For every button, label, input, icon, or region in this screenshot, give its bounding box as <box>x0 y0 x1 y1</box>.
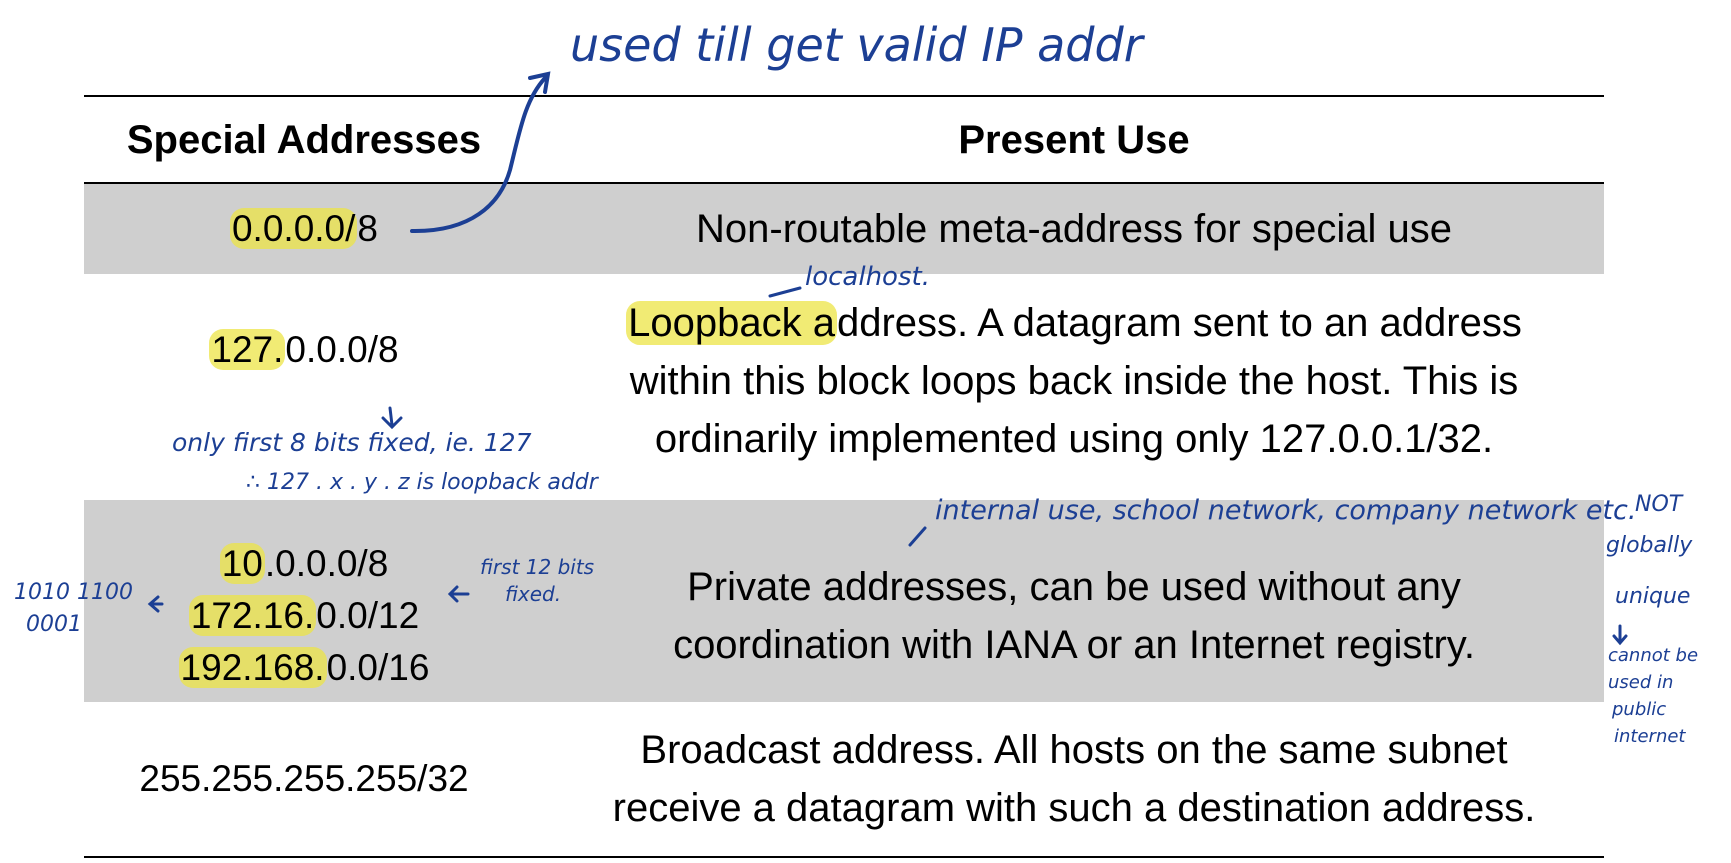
address-rest: 0.0/16 <box>326 647 430 688</box>
annotation-first-12-bits-1: first 12 bits <box>480 555 595 579</box>
address-line: 127.0.0.0/8 <box>209 324 399 376</box>
address-line: 255.255.255.255/32 <box>139 753 468 805</box>
use-line: within this block loops back inside the … <box>629 359 1519 403</box>
slide: Special Addresses Present Use 0.0.0.0/8 … <box>0 0 1731 863</box>
annotation-top-note: used till get valid IP addr <box>570 18 1143 72</box>
address-highlight: 172.16. <box>188 595 317 636</box>
annotation-localhost: localhost. <box>805 262 930 292</box>
annotation-first-12-bits-2: fixed. <box>505 582 562 606</box>
use-line: Broadcast address. All hosts on the same… <box>640 728 1508 772</box>
address-rest: 8 <box>357 208 378 249</box>
address-cell: 127.0.0.0/8 <box>84 274 524 500</box>
address-cell: 0.0.0.0/8 <box>84 184 524 274</box>
annotation-cannot-2: used in <box>1608 672 1674 693</box>
table-row: 255.255.255.255/32 Broadcast address. Al… <box>84 702 1604 856</box>
header-cell-special-addresses: Special Addresses <box>84 97 524 182</box>
address-line: 0.0.0.0/8 <box>229 203 378 255</box>
annotation-first-8-bits: only first 8 bits fixed, ie. 127 <box>172 428 532 457</box>
use-line: receive a datagram with such a destinati… <box>612 786 1536 830</box>
annotation-not-globally-2: globally <box>1606 533 1693 558</box>
table-row: 10.0.0.0/8 172.16.0.0/12 192.168.0.0/16 … <box>84 500 1604 702</box>
address-rest: 0.0/12 <box>316 595 420 636</box>
use-line: coordination with IANA or an Internet re… <box>673 623 1475 667</box>
header-present-use: Present Use <box>958 117 1190 162</box>
address-cell: 255.255.255.255/32 <box>84 702 524 856</box>
use-cell: Non-routable meta-address for special us… <box>544 184 1604 274</box>
header-cell-present-use: Present Use <box>544 97 1604 182</box>
address-highlight: 0.0.0.0/ <box>229 208 358 249</box>
use-line: Loopback address. A datagram sent to an … <box>626 294 1522 352</box>
arrow-down-unique <box>1612 624 1628 646</box>
use-highlight: Loopback a <box>626 301 837 345</box>
annotation-loopback-form: ∴ 127 . x . y . z is loopback addr <box>246 470 598 495</box>
address-line: 172.16.0.0/12 <box>188 590 420 642</box>
address-rest: 0.0.0/8 <box>285 329 399 370</box>
use-cell: Private addresses, can be used without a… <box>544 500 1604 702</box>
annotation-not-globally-1: NOT <box>1635 492 1683 517</box>
use-cell: Broadcast address. All hosts on the same… <box>544 702 1604 856</box>
table-row: 0.0.0.0/8 Non-routable meta-address for … <box>84 184 1604 274</box>
annotation-binary-2: 0001 <box>26 612 82 637</box>
annotation-not-globally-3: unique <box>1615 584 1691 609</box>
use-line: Private addresses, can be used without a… <box>687 565 1461 609</box>
address-highlight: 192.168. <box>178 647 327 688</box>
use-rest: ddress. A datagram sent to an address <box>836 301 1522 345</box>
use-line: ordinarily implemented using only 127.0.… <box>654 417 1494 461</box>
use-cell: Loopback address. A datagram sent to an … <box>544 274 1604 500</box>
header-special-addresses: Special Addresses <box>126 117 482 162</box>
annotation-binary-1: 1010 1100 <box>14 580 133 605</box>
annotation-internal-use: internal use, school network, company ne… <box>935 495 1637 526</box>
address-line: 192.168.0.0/16 <box>178 642 430 694</box>
arrow-to-top-note-head <box>528 71 551 94</box>
address-line: 10.0.0.0/8 <box>219 538 389 590</box>
address-highlight: 10 <box>219 543 265 584</box>
annotation-cannot-4: internet <box>1614 726 1686 747</box>
address-rest: 255.255.255.255/32 <box>139 758 469 799</box>
table-row: 127.0.0.0/8 Loopback address. A datagram… <box>84 274 1604 500</box>
annotation-cannot-1: cannot be <box>1608 645 1699 666</box>
address-highlight: 127. <box>209 329 286 370</box>
table-header-row: Special Addresses Present Use <box>84 97 1604 182</box>
address-cell: 10.0.0.0/8 172.16.0.0/12 192.168.0.0/16 <box>84 500 524 702</box>
address-rest: .0.0.0/8 <box>264 543 389 584</box>
table-bottom-rule <box>84 856 1604 858</box>
annotation-cannot-3: public <box>1612 699 1667 720</box>
use-line: Non-routable meta-address for special us… <box>696 207 1452 251</box>
